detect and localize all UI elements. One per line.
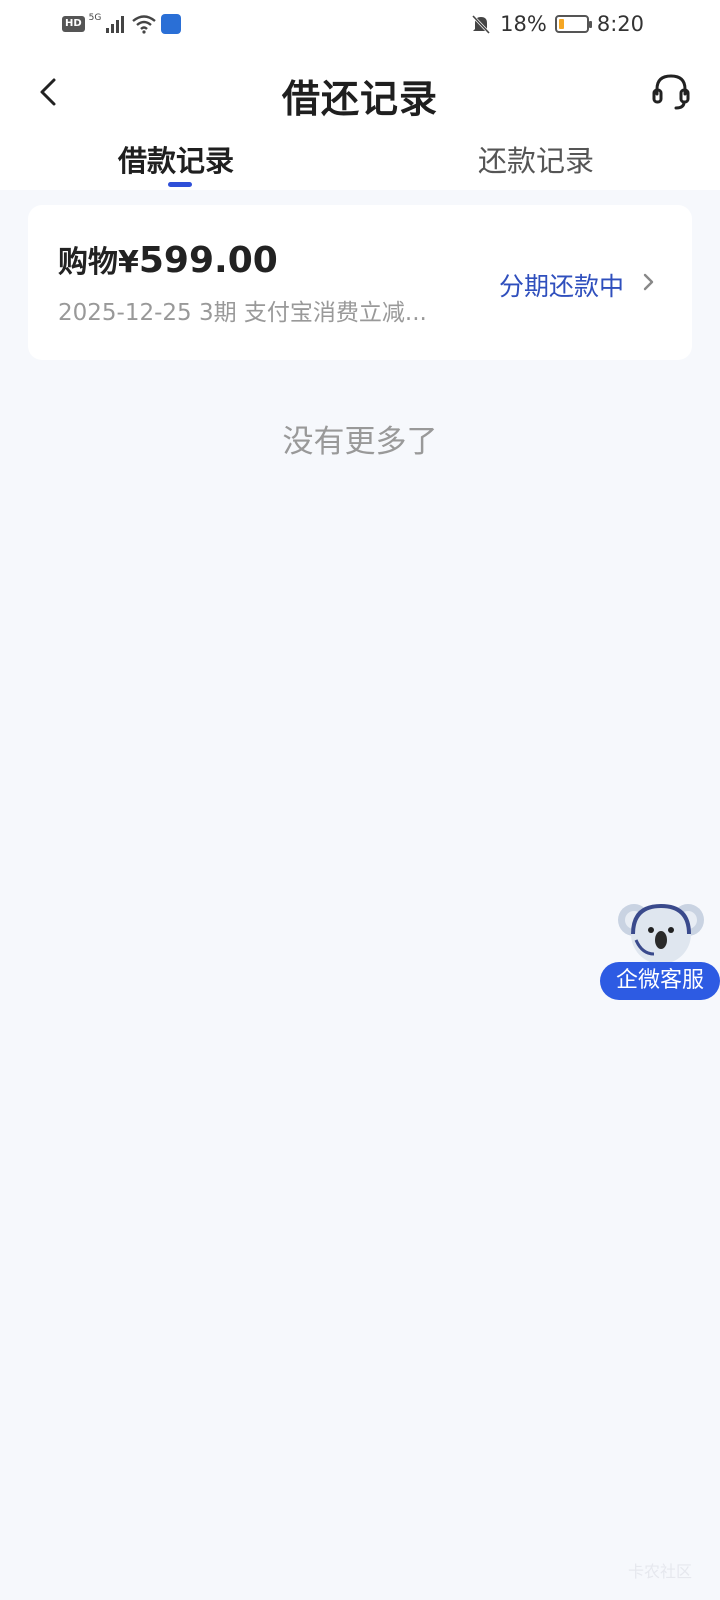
battery-percent: 18%: [500, 12, 547, 36]
tab-borrow-records[interactable]: 借款记录: [118, 138, 234, 180]
page-title: 借还记录: [281, 77, 438, 121]
status-right: 18% 8:20: [470, 10, 644, 38]
record-card[interactable]: 购物¥599.00 2025-12-25 3期 支付宝消费立减... 分期还款中: [28, 205, 692, 360]
app-notification-icon: [161, 14, 182, 34]
clock: 8:20: [596, 12, 644, 36]
record-subtitle: 2025-12-25 3期 支付宝消费立减...: [58, 300, 427, 326]
amount-value: 599.00: [138, 240, 278, 281]
network-type: 5G: [88, 13, 102, 23]
record-amount: 购物¥599.00: [58, 237, 278, 281]
wifi-icon: [132, 15, 157, 34]
tab-indicator: [168, 182, 192, 187]
tab-repay-records[interactable]: 还款记录: [478, 138, 594, 180]
battery-level: [558, 19, 564, 29]
status-left-icons: HD 5G: [62, 12, 182, 36]
amount-prefix: 购物¥: [58, 245, 139, 280]
status-badge: 分期还款中: [498, 272, 624, 301]
header: 借还记录: [0, 56, 720, 128]
floating-service-button[interactable]: 企微客服: [600, 898, 720, 1002]
bell-muted-icon: [472, 14, 491, 35]
watermark: 卡农社区: [627, 1562, 692, 1581]
chevron-right-icon: [643, 273, 654, 291]
floating-service-label: 企微客服: [600, 962, 720, 1000]
headset-icon[interactable]: [650, 70, 692, 112]
signal-icon: [106, 16, 125, 33]
tab-bar: 借款记录 还款记录: [0, 138, 720, 190]
battery-icon: [554, 15, 592, 33]
no-more-text: 没有更多了: [282, 424, 438, 460]
hd-badge: HD: [62, 16, 85, 32]
koala-avatar-icon: [618, 903, 704, 964]
status-bar: HD 5G 18% 8:20: [0, 0, 720, 48]
